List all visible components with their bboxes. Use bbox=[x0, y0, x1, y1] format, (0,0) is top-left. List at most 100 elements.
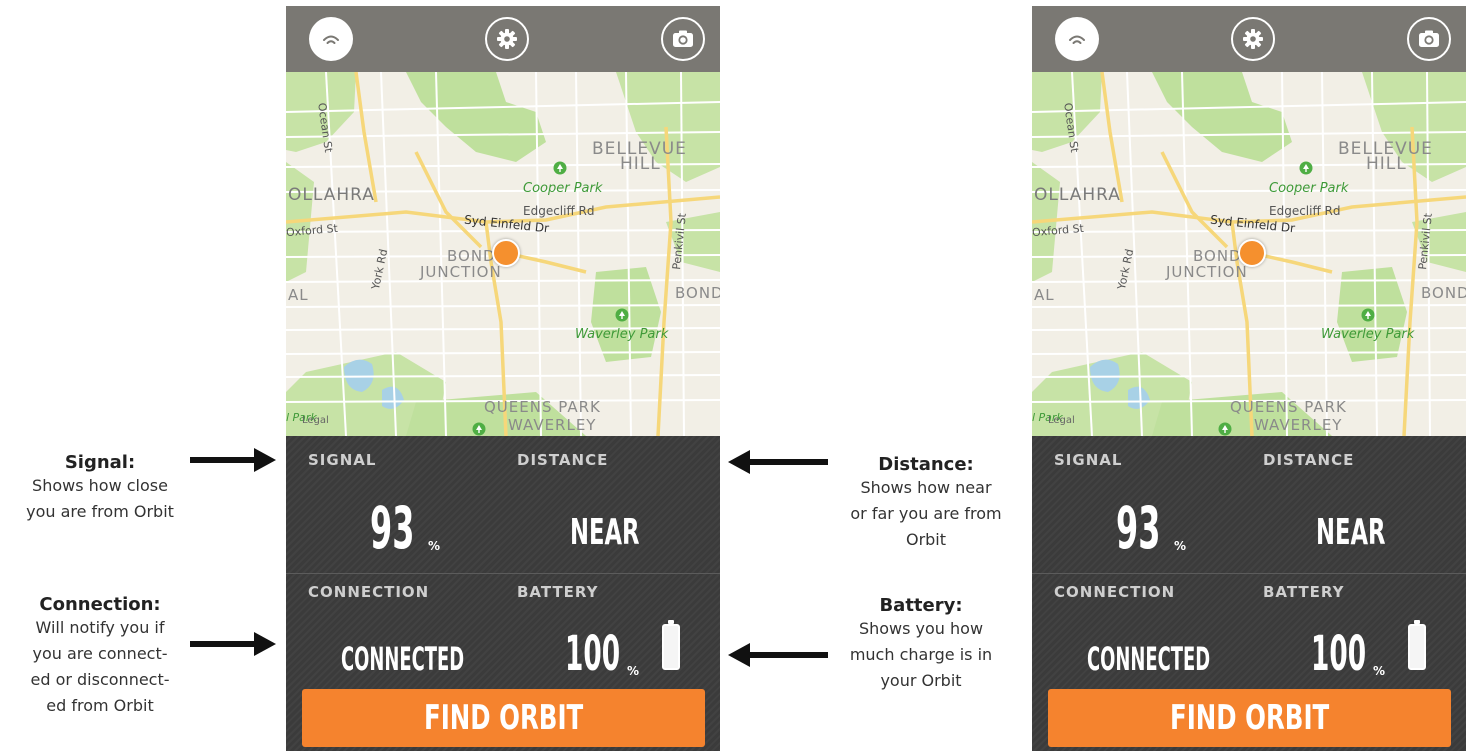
arrow-left-icon bbox=[728, 450, 828, 474]
top-bar bbox=[286, 6, 720, 72]
camera-button[interactable] bbox=[1407, 17, 1451, 61]
camera-icon bbox=[673, 30, 693, 47]
connection-label: CONNECTION bbox=[308, 583, 430, 601]
annotation-line: Will notify you if bbox=[35, 618, 165, 637]
signal-icon bbox=[1069, 35, 1085, 44]
find-orbit-label: FIND ORBIT bbox=[1169, 698, 1330, 738]
annotation-distance: Distance: Shows how near or far you are … bbox=[826, 454, 1026, 553]
annotation-signal: Signal: Shows how close you are from Orb… bbox=[0, 452, 200, 525]
connection-label: CONNECTION bbox=[1054, 583, 1176, 601]
signal-label: SIGNAL bbox=[1054, 451, 1123, 469]
annotation-battery: Battery: Shows you how much charge is in… bbox=[821, 595, 1021, 694]
park-icon bbox=[615, 308, 629, 322]
map-label: AL bbox=[288, 286, 309, 304]
status-panel: SIGNAL DISTANCE 93 % NEAR CONNECTION BAT… bbox=[1032, 436, 1466, 751]
annotation-line: ed or disconnect- bbox=[30, 670, 170, 689]
signal-button[interactable] bbox=[1055, 17, 1099, 61]
map-label: BOND bbox=[1421, 284, 1466, 302]
distance-label: DISTANCE bbox=[1263, 451, 1355, 469]
arrow-right-icon bbox=[190, 448, 276, 472]
distance-value: NEAR bbox=[1316, 512, 1386, 553]
find-orbit-button[interactable]: FIND ORBIT bbox=[302, 689, 705, 747]
annotation-line: Shows how near bbox=[860, 478, 992, 497]
map-label: WAVERLEY bbox=[1254, 416, 1343, 434]
annotation-title: Distance: bbox=[878, 454, 974, 475]
map-label: OLLAHRA bbox=[1034, 185, 1121, 205]
signal-unit: % bbox=[428, 539, 441, 553]
annotation-line: much charge is in bbox=[849, 645, 993, 664]
distance-value: NEAR bbox=[570, 512, 640, 553]
map-label: AL bbox=[1034, 286, 1055, 304]
camera-icon bbox=[1419, 30, 1439, 47]
signal-label: SIGNAL bbox=[308, 451, 377, 469]
settings-button[interactable] bbox=[1231, 17, 1275, 61]
top-bar bbox=[1032, 6, 1466, 72]
find-orbit-button[interactable]: FIND ORBIT bbox=[1048, 689, 1451, 747]
annotation-line: ed from Orbit bbox=[46, 696, 154, 715]
park-icon bbox=[1218, 422, 1232, 436]
map-label: QUEENS PARK bbox=[1230, 398, 1347, 416]
annotation-line: you are from Orbit bbox=[26, 502, 174, 521]
map-label: Edgecliff Rd bbox=[523, 204, 595, 218]
battery-icon bbox=[1408, 620, 1426, 670]
phone-screen-annotated: Ocean St BELLEVUE HILL Cooper Park OLLAH… bbox=[286, 6, 720, 751]
signal-button[interactable] bbox=[309, 17, 353, 61]
battery-value: 100 bbox=[565, 626, 621, 682]
battery-unit: % bbox=[1373, 664, 1386, 678]
signal-icon bbox=[323, 35, 339, 44]
map-label: HILL bbox=[1366, 154, 1407, 174]
location-pin[interactable] bbox=[492, 239, 520, 267]
battery-label: BATTERY bbox=[517, 583, 599, 601]
panel-divider bbox=[286, 573, 720, 574]
annotation-title: Signal: bbox=[64, 452, 136, 473]
annotation-line: your Orbit bbox=[880, 671, 962, 690]
signal-value: 93 bbox=[1116, 494, 1161, 562]
camera-button[interactable] bbox=[661, 17, 705, 61]
annotation-title: Connection: bbox=[39, 594, 161, 615]
map-label: Legal bbox=[302, 415, 329, 426]
status-panel: SIGNAL DISTANCE 93 % NEAR CONNECTION BAT… bbox=[286, 436, 720, 751]
map-label: Edgecliff Rd bbox=[1269, 204, 1341, 218]
map-label: HILL bbox=[620, 154, 661, 174]
arrow-right-icon bbox=[190, 632, 276, 656]
park-icon bbox=[553, 161, 567, 175]
annotation-line: Shows you how bbox=[858, 619, 984, 638]
annotation-line: you are connect- bbox=[32, 644, 168, 663]
gear-icon bbox=[497, 29, 517, 49]
connection-value: CONNECTED bbox=[1087, 640, 1211, 678]
gear-icon bbox=[1243, 29, 1263, 49]
battery-icon bbox=[662, 620, 680, 670]
map-label: Waverley Park bbox=[1321, 327, 1415, 342]
connection-value: CONNECTED bbox=[341, 640, 465, 678]
park-icon bbox=[1361, 308, 1375, 322]
battery-label: BATTERY bbox=[1263, 583, 1345, 601]
map-label: WAVERLEY bbox=[508, 416, 597, 434]
signal-value: 93 bbox=[370, 494, 415, 562]
battery-value: 100 bbox=[1311, 626, 1367, 682]
map-label: OLLAHRA bbox=[288, 185, 375, 205]
park-icon bbox=[1299, 161, 1313, 175]
map-label: BOND bbox=[675, 284, 720, 302]
distance-label: DISTANCE bbox=[517, 451, 609, 469]
phone-screen: Ocean St BELLEVUE HILL Cooper Park OLLAH… bbox=[1032, 6, 1466, 751]
location-pin[interactable] bbox=[1238, 239, 1266, 267]
panel-divider bbox=[1032, 573, 1466, 574]
annotation-line: Orbit bbox=[905, 530, 947, 549]
map-view[interactable]: Ocean St BELLEVUE HILL Cooper Park OLLAH… bbox=[1032, 72, 1466, 436]
annotation-connection: Connection: Will notify you if you are c… bbox=[0, 594, 200, 719]
park-icon bbox=[472, 422, 486, 436]
map-label: Waverley Park bbox=[575, 327, 669, 342]
map-view[interactable]: Ocean St BELLEVUE HILL Cooper Park OLLAH… bbox=[286, 72, 720, 436]
annotation-line: or far you are from bbox=[850, 504, 1002, 523]
annotation-title: Battery: bbox=[879, 595, 963, 616]
annotation-line: Shows how close bbox=[32, 476, 168, 495]
map-label: JUNCTION bbox=[1166, 263, 1248, 281]
signal-unit: % bbox=[1174, 539, 1187, 553]
battery-unit: % bbox=[627, 664, 640, 678]
arrow-left-icon bbox=[728, 643, 828, 667]
settings-button[interactable] bbox=[485, 17, 529, 61]
find-orbit-label: FIND ORBIT bbox=[423, 698, 584, 738]
map-label: Cooper Park bbox=[523, 181, 603, 196]
map-label: Cooper Park bbox=[1269, 181, 1349, 196]
map-label: QUEENS PARK bbox=[484, 398, 601, 416]
